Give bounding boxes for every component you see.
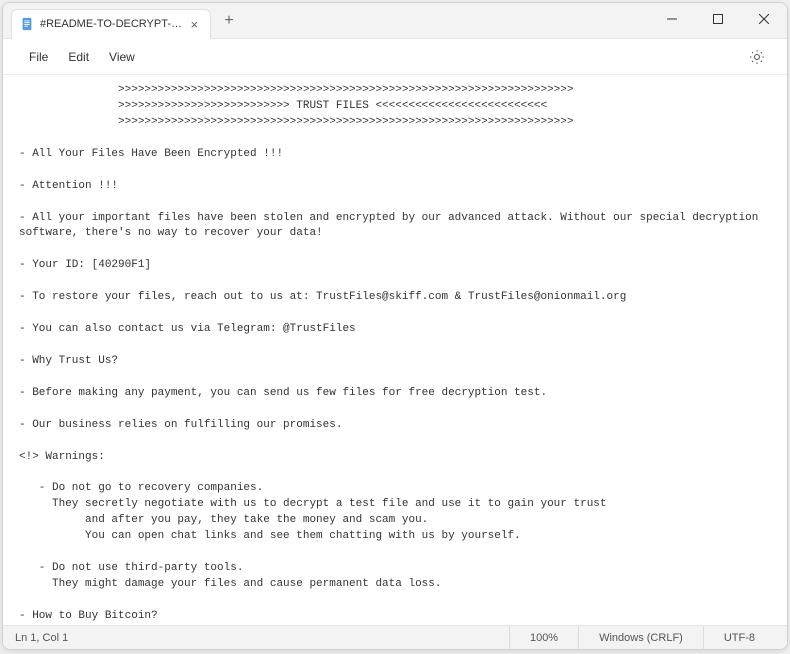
- settings-button[interactable]: [743, 43, 771, 71]
- text-line: >>>>>>>>>>>>>>>>>>>>>>>>>>>>>>>>>>>>>>>>…: [19, 116, 574, 128]
- text-line: You can open chat links and see them cha…: [19, 530, 521, 542]
- statusbar: Ln 1, Col 1 100% Windows (CRLF) UTF-8: [3, 625, 787, 649]
- text-line: >>>>>>>>>>>>>>>>>>>>>>>>>>>>>>>>>>>>>>>>…: [19, 84, 574, 96]
- text-line: They might damage your files and cause p…: [19, 578, 441, 590]
- view-menu[interactable]: View: [99, 46, 145, 68]
- text-line: - How to Buy Bitcoin?: [19, 610, 158, 622]
- close-button[interactable]: [741, 3, 787, 35]
- text-line: - Attention !!!: [19, 180, 118, 192]
- tab-title: #README-TO-DECRYPT-FILES.txt: [40, 18, 183, 30]
- file-icon: [20, 16, 34, 32]
- cursor-position[interactable]: Ln 1, Col 1: [15, 632, 509, 644]
- text-line: - Before making any payment, you can sen…: [19, 387, 547, 399]
- line-ending[interactable]: Windows (CRLF): [578, 626, 703, 649]
- zoom-level[interactable]: 100%: [509, 626, 578, 649]
- text-line: - All your important files have been sto…: [19, 212, 765, 240]
- text-line: >>>>>>>>>>>>>>>>>>>>>>>>>> TRUST FILES <…: [19, 100, 547, 112]
- file-tab[interactable]: #README-TO-DECRYPT-FILES.txt ×: [11, 9, 211, 39]
- gear-icon: [749, 49, 765, 65]
- notepad-window: #README-TO-DECRYPT-FILES.txt × + File Ed…: [2, 2, 788, 650]
- text-line: - Why Trust Us?: [19, 355, 118, 367]
- maximize-button[interactable]: [695, 3, 741, 35]
- menubar: File Edit View: [3, 39, 787, 75]
- text-line: - Your ID: [40290F1]: [19, 259, 151, 271]
- edit-menu[interactable]: Edit: [58, 46, 99, 68]
- titlebar: #README-TO-DECRYPT-FILES.txt × +: [3, 3, 787, 39]
- encoding[interactable]: UTF-8: [703, 626, 775, 649]
- minimize-button[interactable]: [649, 3, 695, 35]
- close-tab-icon[interactable]: ×: [189, 17, 200, 31]
- window-controls: [649, 3, 787, 38]
- tab-area: #README-TO-DECRYPT-FILES.txt × +: [3, 3, 649, 38]
- file-menu[interactable]: File: [19, 46, 58, 68]
- text-line: They secretly negotiate with us to decry…: [19, 498, 607, 510]
- new-tab-button[interactable]: +: [215, 7, 243, 35]
- text-line: - To restore your files, reach out to us…: [19, 291, 626, 303]
- text-content-area[interactable]: >>>>>>>>>>>>>>>>>>>>>>>>>>>>>>>>>>>>>>>>…: [3, 75, 787, 625]
- text-line: - All Your Files Have Been Encrypted !!!: [19, 148, 283, 160]
- text-line: - You can also contact us via Telegram: …: [19, 323, 356, 335]
- text-line: - Do not use third-party tools.: [19, 562, 243, 574]
- text-line: and after you pay, they take the money a…: [19, 514, 428, 526]
- text-line: - Do not go to recovery companies.: [19, 482, 263, 494]
- text-line: <!> Warnings:: [19, 451, 105, 463]
- text-line: - Our business relies on fulfilling our …: [19, 419, 342, 431]
